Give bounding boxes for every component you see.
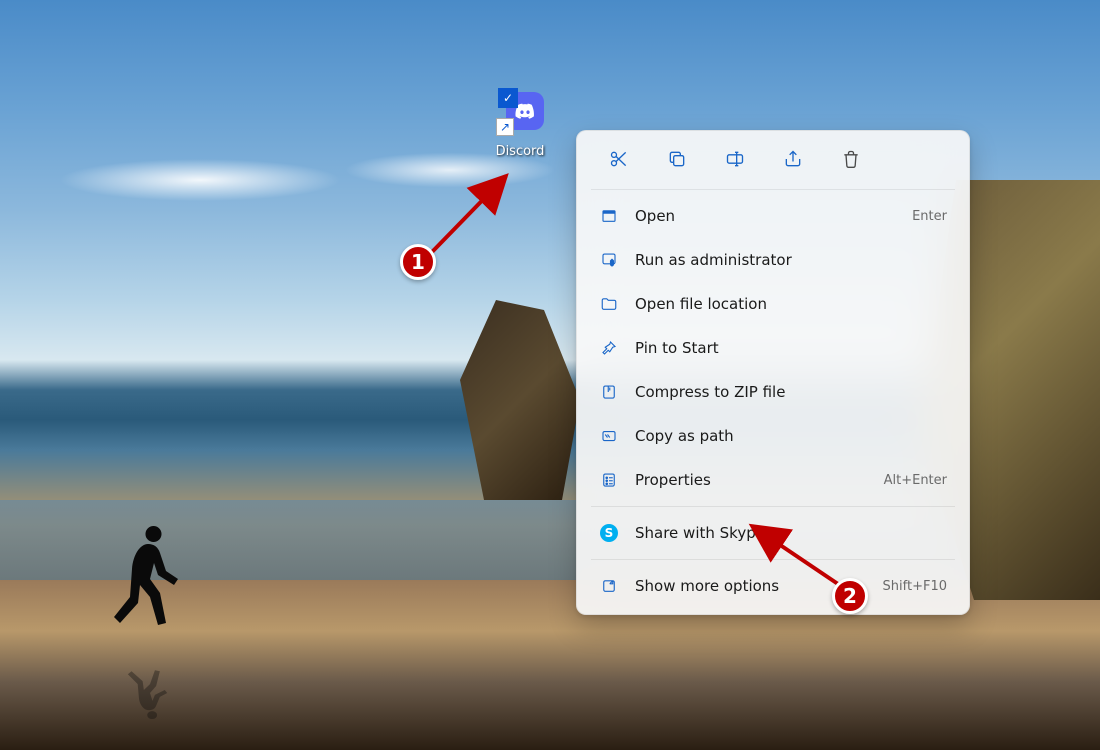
- delete-button[interactable]: [823, 141, 879, 177]
- menu-separator: [591, 189, 955, 190]
- menu-item-show-more-options[interactable]: Show more options Shift+F10: [583, 564, 963, 608]
- discord-icon: ✓ ↗: [496, 92, 544, 140]
- zip-icon: [600, 383, 618, 401]
- menu-item-accelerator: Alt+Enter: [884, 473, 947, 488]
- wallpaper-rock-left: [460, 300, 580, 500]
- pin-icon: [600, 339, 618, 357]
- scissors-icon: [609, 149, 629, 169]
- menu-separator: [591, 506, 955, 507]
- more-icon: [600, 577, 618, 595]
- wallpaper-runner: [110, 520, 190, 650]
- menu-item-run-as-administrator[interactable]: Run as administrator: [583, 238, 963, 282]
- menu-item-label: Copy as path: [635, 427, 947, 445]
- menu-item-accelerator: Shift+F10: [883, 579, 947, 594]
- menu-item-accelerator: Enter: [912, 209, 947, 224]
- menu-item-share-with-skype[interactable]: S Share with Skype: [583, 511, 963, 555]
- path-icon: [600, 427, 618, 445]
- properties-icon: [600, 471, 618, 489]
- context-menu-top-actions: [583, 137, 963, 185]
- annotation-badge-2: 2: [832, 578, 868, 614]
- menu-item-compress-to-zip[interactable]: Compress to ZIP file: [583, 370, 963, 414]
- share-button[interactable]: [765, 141, 821, 177]
- menu-item-open[interactable]: Open Enter: [583, 194, 963, 238]
- shortcut-arrow-overlay: ↗: [496, 118, 514, 136]
- cut-button[interactable]: [591, 141, 647, 177]
- trash-icon: [841, 149, 861, 169]
- menu-item-label: Open file location: [635, 295, 947, 313]
- desktop-wallpaper: ✓ ↗ Discord Open Ent: [0, 0, 1100, 750]
- menu-item-properties[interactable]: Properties Alt+Enter: [583, 458, 963, 502]
- annotation-badge-1: 1: [400, 244, 436, 280]
- selected-check-overlay: ✓: [498, 88, 518, 108]
- shield-icon: [600, 251, 618, 269]
- rename-button[interactable]: [707, 141, 763, 177]
- skype-icon: S: [599, 523, 619, 543]
- menu-separator: [591, 559, 955, 560]
- menu-item-open-file-location[interactable]: Open file location: [583, 282, 963, 326]
- copy-icon: [667, 149, 687, 169]
- context-menu: Open Enter Run as administrator Open fil…: [576, 130, 970, 615]
- menu-item-label: Compress to ZIP file: [635, 383, 947, 401]
- menu-item-label: Properties: [635, 471, 884, 489]
- menu-item-pin-to-start[interactable]: Pin to Start: [583, 326, 963, 370]
- copy-button[interactable]: [649, 141, 705, 177]
- share-icon: [783, 149, 803, 169]
- desktop-shortcut-discord[interactable]: ✓ ↗ Discord: [488, 92, 552, 159]
- menu-item-label: Open: [635, 207, 912, 225]
- menu-item-label: Share with Skype: [635, 524, 947, 542]
- menu-item-copy-as-path[interactable]: Copy as path: [583, 414, 963, 458]
- shortcut-label: Discord: [488, 144, 552, 159]
- folder-icon: [600, 295, 618, 313]
- menu-item-label: Run as administrator: [635, 251, 947, 269]
- wallpaper-runner-reflection: [110, 658, 190, 722]
- menu-item-label: Pin to Start: [635, 339, 947, 357]
- open-icon: [600, 207, 618, 225]
- rename-icon: [725, 149, 745, 169]
